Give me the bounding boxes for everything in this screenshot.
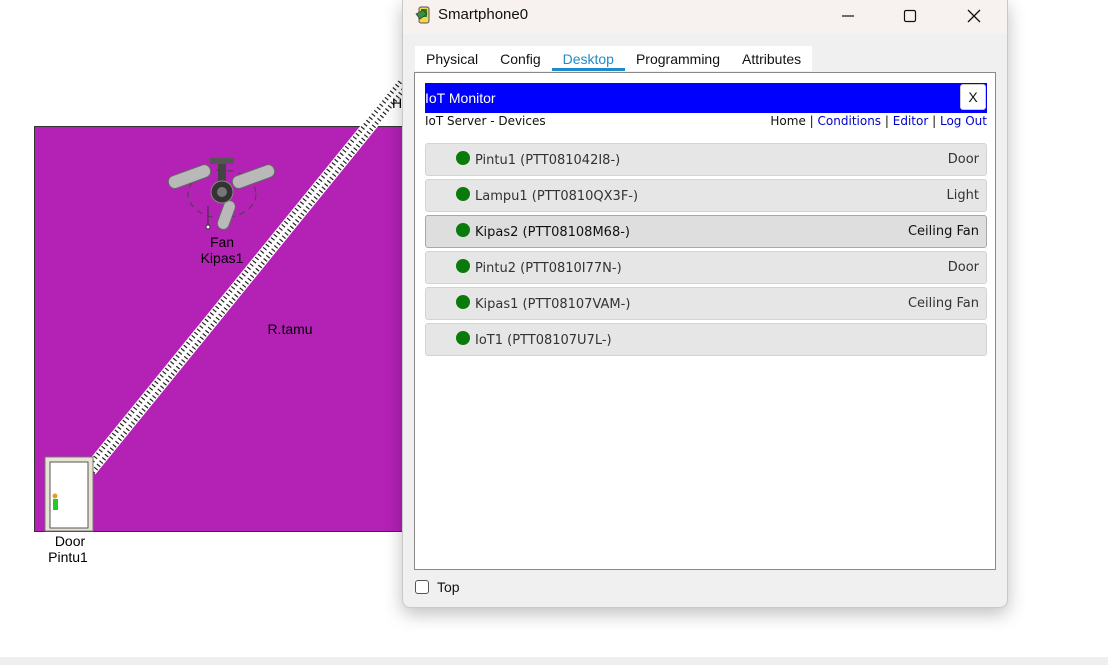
device-type: Door [947, 152, 979, 167]
partial-device-label: H [392, 95, 403, 111]
status-dot-icon [456, 259, 470, 273]
device-name: IoT1 (PTT08107U7L-) [475, 333, 612, 348]
nav-logout[interactable]: Log Out [940, 114, 987, 128]
status-dot-icon [456, 187, 470, 201]
top-checkbox-label: Top [437, 579, 460, 595]
fan-name-label: Kipas1 [200, 250, 244, 266]
device-type: Door [947, 260, 979, 275]
nav-separator: | [932, 114, 937, 128]
nav-editor[interactable]: Editor [893, 114, 929, 128]
device-list: Pintu1 (PTT081042I8-) Door Lampu1 (PTT08… [425, 143, 987, 359]
iot-monitor-title: IoT Monitor [425, 90, 496, 106]
nav-separator: | [884, 114, 889, 128]
nav-home[interactable]: Home [770, 114, 805, 128]
device-type: Ceiling Fan [907, 224, 979, 239]
device-row[interactable]: Kipas1 (PTT08107VAM-) Ceiling Fan [425, 287, 987, 320]
room-label: R.tamu [267, 321, 313, 337]
door-type-label: Door [54, 533, 86, 549]
status-strip [0, 657, 1108, 665]
maximize-icon [903, 9, 917, 23]
door-icon[interactable] [44, 456, 94, 532]
iot-nav: Home | Conditions | Editor | Log Out [770, 114, 987, 128]
device-row[interactable]: Pintu2 (PTT0810I77N-) Door [425, 251, 987, 284]
door-name-label: Pintu1 [48, 549, 88, 565]
top-checkbox[interactable] [415, 580, 429, 594]
maximize-button[interactable] [887, 0, 933, 32]
device-name: Kipas2 (PTT08108M68-) [475, 225, 630, 240]
status-dot-icon [456, 295, 470, 309]
status-dot-icon [456, 151, 470, 165]
fan-type-label: Fan [209, 234, 235, 250]
device-name: Lampu1 (PTT0810QX3F-) [475, 189, 639, 204]
iot-subheader: IoT Server - Devices Home | Conditions |… [425, 114, 987, 128]
desktop-panel: IoT Monitor X IoT Server - Devices Home … [414, 72, 996, 570]
tab-attributes[interactable]: Attributes [731, 46, 813, 71]
tab-physical[interactable]: Physical [415, 46, 490, 71]
close-icon [967, 9, 981, 23]
tab-programming[interactable]: Programming [624, 46, 731, 71]
device-row[interactable]: Lampu1 (PTT0810QX3F-) Light [425, 179, 987, 212]
smartphone-icon [415, 6, 430, 24]
title-bar[interactable]: Smartphone0 [403, 0, 1007, 34]
device-name: Pintu1 (PTT081042I8-) [475, 153, 621, 168]
device-row-selected[interactable]: Kipas2 (PTT08108M68-) Ceiling Fan [425, 215, 987, 248]
status-dot-icon [456, 331, 470, 345]
close-button[interactable] [951, 0, 997, 32]
device-type: Light [946, 188, 979, 203]
status-dot-icon [456, 223, 470, 237]
device-name: Pintu2 (PTT0810I77N-) [475, 261, 622, 276]
top-option: Top [415, 579, 460, 595]
iot-close-button[interactable]: X [960, 84, 986, 110]
device-name: Kipas1 (PTT08107VAM-) [475, 297, 631, 312]
nav-separator: | [809, 114, 814, 128]
nav-conditions[interactable]: Conditions [818, 114, 882, 128]
window-title: Smartphone0 [438, 6, 529, 23]
device-type: Ceiling Fan [907, 296, 979, 311]
tab-bar: Physical Config Desktop Programming Attr… [415, 46, 813, 72]
device-row[interactable]: IoT1 (PTT08107U7L-) [425, 323, 987, 356]
tab-desktop[interactable]: Desktop [551, 46, 625, 71]
device-row[interactable]: Pintu1 (PTT081042I8-) Door [425, 143, 987, 176]
tab-config[interactable]: Config [489, 46, 552, 71]
minimize-icon [842, 15, 854, 17]
minimize-button[interactable] [825, 0, 871, 32]
iot-subtitle: IoT Server - Devices [425, 114, 546, 128]
iot-monitor-header: IoT Monitor X [425, 83, 987, 113]
smartphone-window: Smartphone0 Physical Config Desktop Prog… [402, 0, 1008, 608]
ceiling-fan-icon[interactable] [166, 156, 278, 234]
